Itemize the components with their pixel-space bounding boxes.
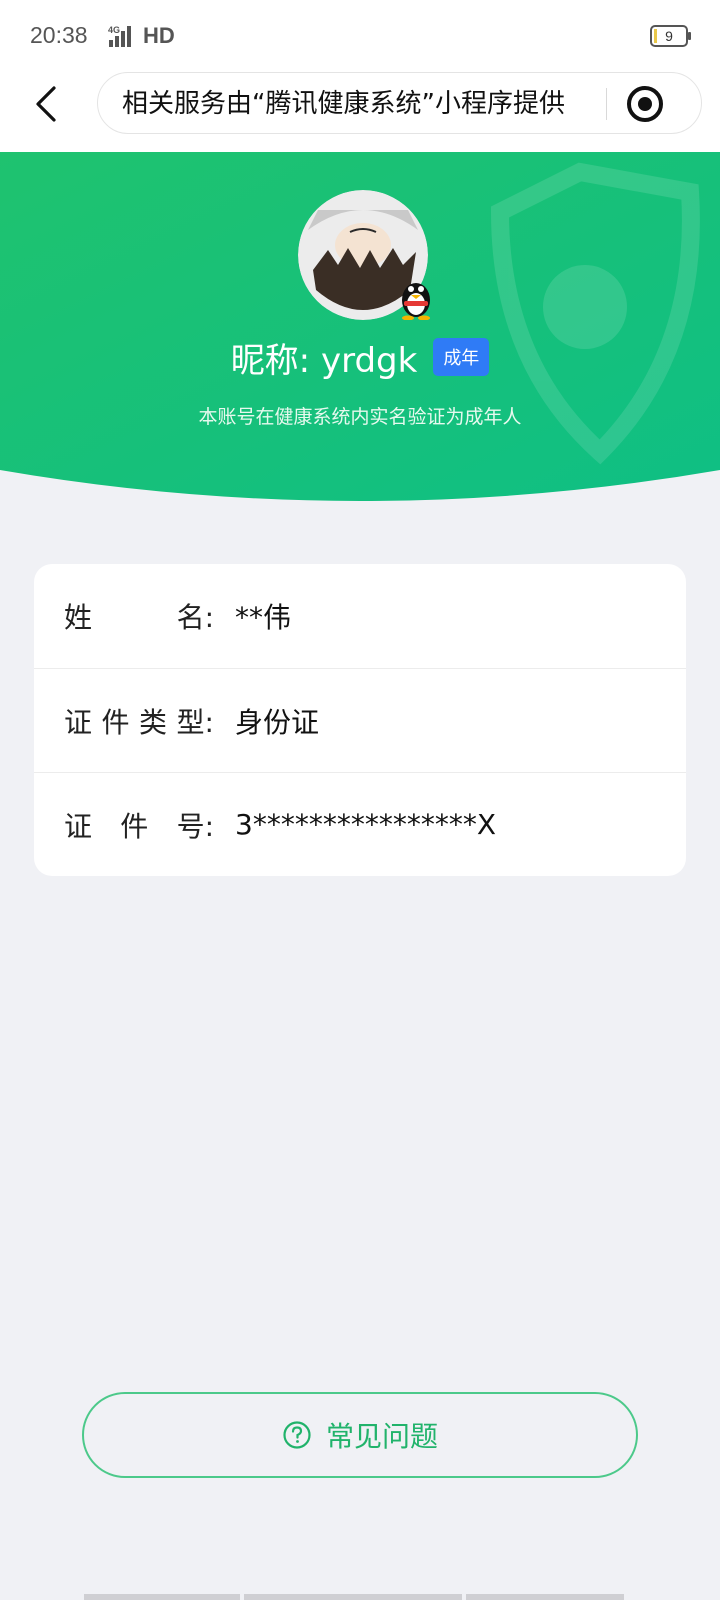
hd-indicator: HD (143, 23, 175, 48)
nickname-row: 昵称: yrdgk 成年 (0, 332, 720, 382)
identity-card: 姓 名: **伟 证 件 类 型: 身份证 证 件 号: 3**********… (34, 564, 686, 876)
status-bar: 20:38 4G HD 9 (0, 0, 720, 72)
id-number-row: 证 件 号: 3****************X (34, 772, 686, 876)
faq-label: 常见问题 (325, 1420, 438, 1453)
id-number-value: 3****************X (235, 808, 496, 841)
adult-badge: 成年 (433, 338, 490, 376)
id-number-label: 证 件 号: (64, 809, 214, 843)
battery-level: 9 (665, 28, 673, 44)
name-row: 姓 名: **伟 (34, 564, 686, 668)
page-title: 相关服务由“腾讯健康系统”小程序提供 (122, 89, 565, 119)
name-value: **伟 (235, 601, 292, 634)
bottom-bar-segment (244, 1594, 462, 1600)
capsule-divider (606, 88, 607, 120)
verification-description: 本账号在健康系统内实名验证为成年人 (198, 406, 522, 428)
question-circle-icon (283, 1421, 311, 1449)
chevron-left-icon (36, 86, 56, 122)
close-miniprogram-button[interactable] (622, 81, 668, 127)
id-type-value: 身份证 (235, 705, 320, 739)
nickname: 昵称: yrdgk (230, 340, 418, 381)
signal-icon: 4G (108, 25, 131, 47)
bottom-bar-segment (84, 1594, 240, 1600)
hero-banner: 昵称: yrdgk 成年 本账号在健康系统内实名验证为成年人 (0, 152, 720, 520)
target-icon (627, 86, 663, 122)
faq-button[interactable]: 常见问题 (82, 1392, 638, 1478)
bottom-bar-segment (466, 1594, 624, 1600)
network-label: 4G (108, 25, 120, 35)
id-type-row: 证 件 类 型: 身份证 (34, 668, 686, 772)
nav-capsule: 相关服务由“腾讯健康系统”小程序提供 (97, 72, 702, 134)
qq-penguin-icon (402, 283, 430, 320)
nav-bar: 相关服务由“腾讯健康系统”小程序提供 (0, 72, 720, 152)
id-type-label: 证 件 类 型: (64, 705, 214, 739)
status-time: 20:38 (30, 22, 88, 48)
back-button[interactable] (22, 80, 70, 128)
name-label: 姓 名: (64, 601, 214, 634)
